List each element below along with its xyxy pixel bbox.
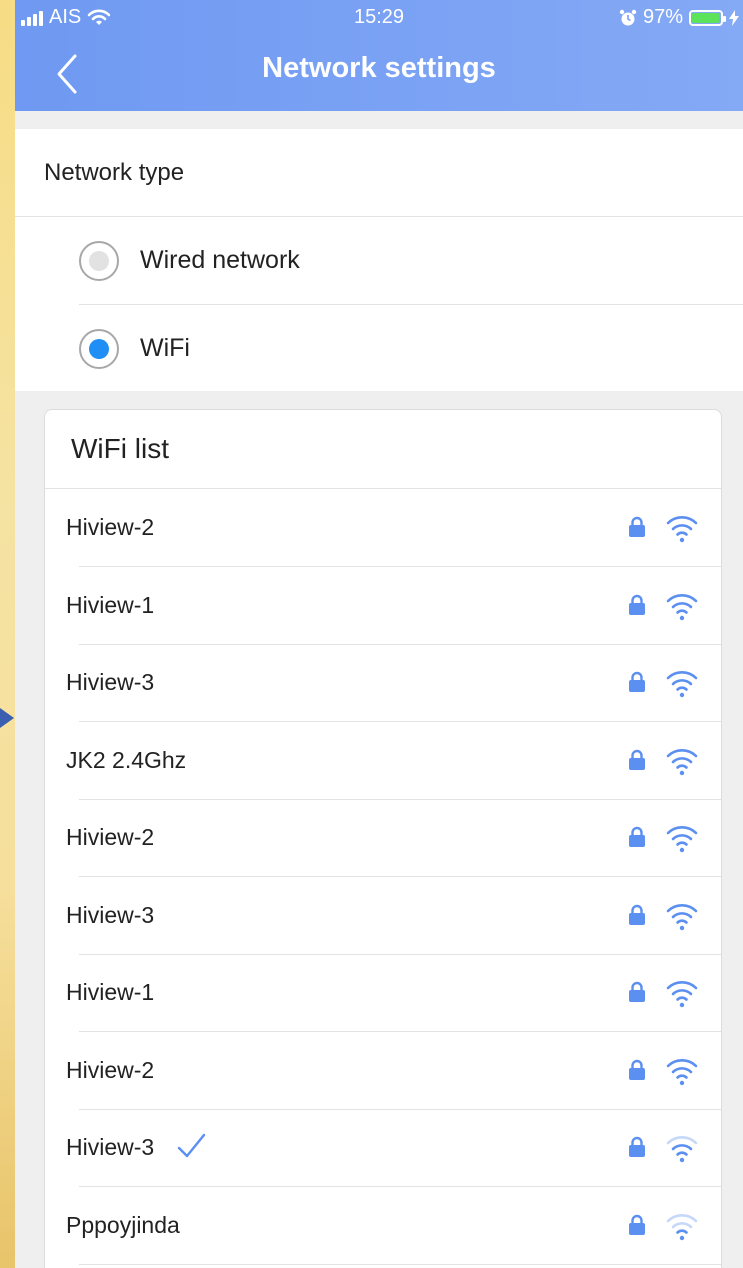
wifi-signal-icon xyxy=(666,1136,698,1163)
radio-wifi[interactable]: WiFi xyxy=(15,305,743,392)
lock-icon xyxy=(629,749,645,770)
battery-fill xyxy=(692,12,719,23)
page-title: Network settings xyxy=(262,52,496,84)
wifi-name: JK2 2.4Ghz xyxy=(66,746,187,773)
wifi-signal-icon xyxy=(666,826,698,853)
lock-icon xyxy=(629,671,645,692)
lock-icon xyxy=(629,1136,645,1157)
lock-icon xyxy=(629,1214,645,1235)
wifi-name: Hiview-3 xyxy=(66,1134,155,1160)
charging-bolt-icon xyxy=(729,9,739,26)
network-type-section: Network type Wired network WiFi xyxy=(15,129,743,391)
lock-icon xyxy=(629,904,645,925)
wifi-signal-icon xyxy=(666,1213,698,1240)
wifi-row[interactable]: JK2 2.4Ghz xyxy=(45,722,721,799)
wifi-row[interactable]: Hiview-3 xyxy=(45,644,721,721)
battery-icon xyxy=(689,9,726,26)
wifi-list-card: WiFi list Hiview-2 Hiview-1 Hiview-3 JK2 2.… xyxy=(44,409,722,1268)
radio-label-wired: Wired network xyxy=(140,246,300,274)
header-bar: AIS 15:29 97% Network settings xyxy=(15,0,743,111)
wifi-row[interactable]: Hiview-2 xyxy=(45,799,721,876)
wifi-name: Hiview-2 xyxy=(66,824,155,850)
wifi-name: Pppoyjinda xyxy=(66,1211,180,1238)
lock-icon xyxy=(629,1059,645,1080)
wifi-signal-icon xyxy=(666,981,698,1008)
wifi-row[interactable]: Hiview-1 xyxy=(45,954,721,1031)
lock-icon xyxy=(629,826,645,847)
status-bar: AIS 15:29 97% xyxy=(15,0,743,36)
wifi-name: Hiview-1 xyxy=(66,591,155,618)
wifi-signal-icon xyxy=(666,516,698,543)
wifi-signal-icon xyxy=(666,903,698,930)
wifi-name: Hiview-2 xyxy=(66,1056,155,1083)
divider xyxy=(79,1263,721,1265)
wifi-row[interactable]: Hiview-2 xyxy=(45,1032,721,1109)
radio-button[interactable] xyxy=(79,241,119,281)
radio-dot xyxy=(89,251,109,271)
wifi-name: Hiview-1 xyxy=(66,979,155,1005)
wifi-signal-icon xyxy=(666,748,698,775)
network-type-title: Network type xyxy=(44,159,185,186)
wifi-list-title: WiFi list xyxy=(71,433,169,464)
lock-icon xyxy=(629,594,645,615)
desktop-background xyxy=(0,0,15,1268)
wifi-row[interactable]: Hiview-2 xyxy=(45,489,721,566)
wifi-row[interactable]: Hiview-1 xyxy=(45,567,721,644)
wifi-name: Hiview-3 xyxy=(66,669,155,695)
battery-percent: 97% xyxy=(642,6,683,28)
wifi-signal-icon xyxy=(666,671,698,698)
radio-dot xyxy=(89,339,109,359)
lock-icon xyxy=(629,516,645,537)
alarm-icon xyxy=(619,9,637,25)
status-right: 97% xyxy=(619,6,739,29)
wifi-name: Hiview-3 xyxy=(66,901,155,928)
wifi-row[interactable]: Hiview-3 xyxy=(45,1109,721,1186)
pointer-arrow-icon xyxy=(0,708,14,728)
radio-label-wifi: WiFi xyxy=(140,334,190,362)
wifi-row[interactable]: Hiview-3 xyxy=(45,877,721,954)
wifi-signal-icon xyxy=(666,593,698,620)
wifi-row[interactable]: Pppoyjinda xyxy=(45,1187,721,1264)
radio-button[interactable] xyxy=(79,329,119,369)
app-screen: AIS 15:29 97% Network settings Network t… xyxy=(15,0,743,1268)
checkmark-icon xyxy=(177,1133,206,1158)
radio-wired-network[interactable]: Wired network xyxy=(15,217,743,304)
wifi-name: Hiview-2 xyxy=(66,514,155,540)
lock-icon xyxy=(629,981,645,1002)
wifi-signal-icon xyxy=(666,1058,698,1085)
